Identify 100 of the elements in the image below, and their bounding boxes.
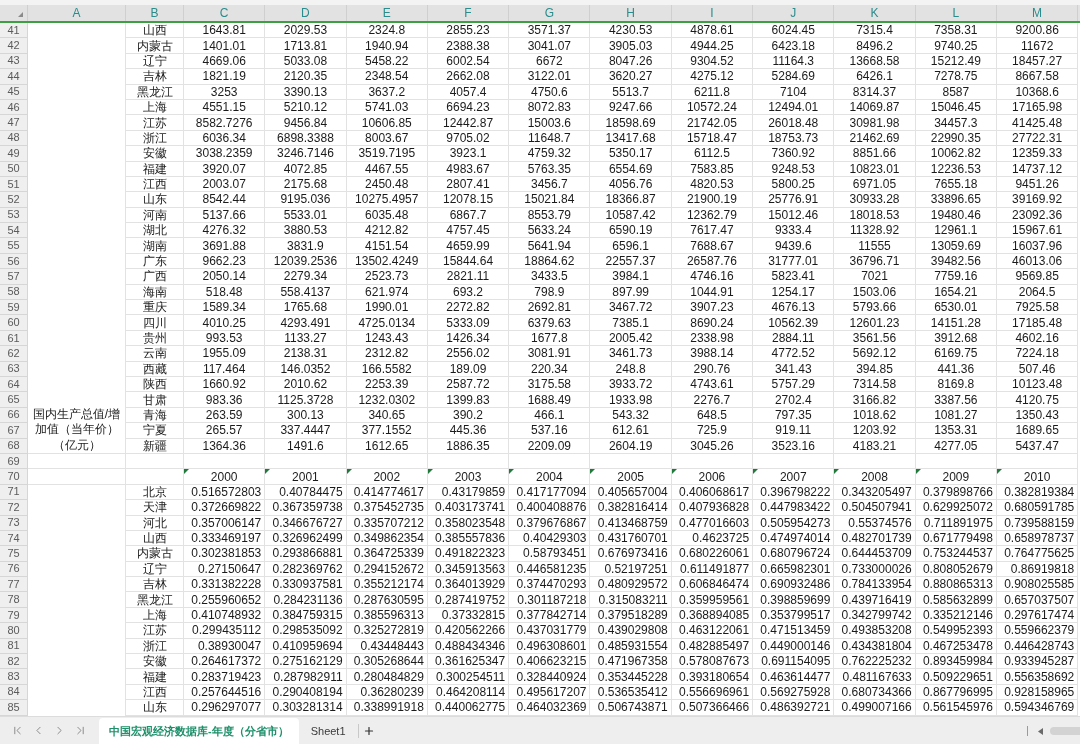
table-cell: 543.32	[590, 407, 672, 424]
table-cell: 189.09	[427, 361, 510, 377]
table-cell: 26018.48	[753, 115, 835, 131]
table-cell: 2279.34	[265, 269, 347, 285]
row-number[interactable]: 41	[0, 23, 28, 39]
add-sheet-icon[interactable]	[362, 725, 375, 737]
row-number[interactable]: 75	[0, 546, 28, 562]
row-number[interactable]: 42	[0, 38, 28, 54]
table-cell: 5633.24	[509, 223, 591, 239]
row-number[interactable]: 82	[0, 654, 28, 670]
row-number[interactable]: 59	[0, 300, 28, 316]
table-cell: 0.343205497	[834, 484, 916, 501]
table-cell: 34457.3	[915, 115, 997, 131]
table-cell: 0.280484829	[346, 669, 428, 685]
table-cell: 贵州	[126, 330, 184, 347]
table-cell: 1677.8	[509, 330, 591, 347]
table-cell: 8003.67	[346, 130, 428, 147]
table-cell: 0.559662379	[996, 623, 1079, 639]
table-cell: 9304.52	[671, 53, 754, 70]
table-cell: 0.368894085	[671, 607, 754, 624]
row-number[interactable]: 49	[0, 146, 28, 162]
row-number[interactable]: 55	[0, 238, 28, 254]
table-cell: 山西	[126, 530, 184, 547]
table-cell: 0.509229651	[915, 669, 997, 685]
table-cell: 0.335707212	[346, 515, 428, 531]
table-cell: 7315.4	[834, 23, 916, 39]
table-cell: 445.36	[427, 423, 510, 439]
table-cell: 0.353445228	[590, 669, 672, 685]
table-cell: 山西	[126, 23, 184, 39]
scroll-left-icon[interactable]	[1038, 727, 1043, 735]
table-cell: 6590.19	[590, 223, 672, 239]
row-number[interactable]: 80	[0, 623, 28, 639]
table-cell: 0.431760701	[590, 530, 672, 547]
table-cell: 0.405657004	[590, 484, 672, 501]
table-cell: 0.414774617	[346, 484, 428, 501]
table-cell: 1689.65	[996, 423, 1079, 439]
table-cell: 0.739588159	[996, 515, 1079, 531]
table-cell: 0.439029808	[590, 623, 672, 639]
table-cell: 4759.32	[509, 146, 591, 162]
row-number[interactable]: 62	[0, 346, 28, 362]
sheet-tab[interactable]: 中国宏观经济数据库-年度（分省市）	[99, 718, 299, 744]
row-number[interactable]: 52	[0, 192, 28, 208]
table-cell: 220.34	[509, 361, 591, 377]
table-cell: 2388.38	[427, 38, 510, 54]
table-cell: 2523.73	[346, 269, 428, 285]
table-cell: 0.300254511	[427, 669, 510, 685]
table-cell: 9200.86	[996, 23, 1079, 39]
row-number[interactable]: 83	[0, 669, 28, 685]
table-cell: 4676.13	[753, 300, 835, 316]
table-cell: 0.40429303	[509, 530, 591, 547]
row-number[interactable]: 78	[0, 592, 28, 608]
table-cell: 0.407936828	[671, 500, 754, 516]
table-cell: 1203.92	[834, 423, 916, 439]
table-cell: 11328.92	[834, 223, 916, 239]
table-cell: 2002	[373, 470, 401, 483]
table-cell: 0.578087673	[671, 654, 754, 670]
table-cell: 5533.01	[265, 207, 347, 224]
table-cell: 5641.94	[509, 238, 591, 254]
table-cell: 0.477016603	[671, 515, 754, 531]
table-cell: 0.629925072	[915, 500, 997, 516]
row-number[interactable]: 60	[0, 315, 28, 331]
row-number[interactable]: 70	[0, 469, 28, 485]
table-cell: 黑龙江	[126, 84, 184, 100]
table-cell: 2209.09	[509, 438, 591, 454]
table-cell: 云南	[126, 346, 184, 362]
row-number[interactable]: 65	[0, 392, 28, 408]
row-number[interactable]: 77	[0, 577, 28, 593]
table-cell: 0.536535412	[590, 684, 672, 701]
row-number[interactable]: 57	[0, 269, 28, 285]
table-cell: 3933.72	[590, 377, 672, 393]
table-cell: 3691.88	[184, 238, 266, 254]
table-cell: 0.393180654	[671, 669, 754, 685]
row-number[interactable]: 67	[0, 423, 28, 439]
table-cell: 19480.46	[915, 207, 997, 224]
select-all-icon[interactable]	[18, 12, 23, 17]
table-cell: 290.76	[671, 361, 754, 377]
row-number[interactable]: 85	[0, 700, 28, 716]
scrollbar-thumb[interactable]	[1050, 727, 1080, 735]
table-cell: 1933.98	[590, 392, 672, 408]
table-cell: 0.396798222	[753, 484, 835, 501]
table-cell: 甘肃	[126, 392, 184, 408]
table-cell: 3246.7146	[265, 146, 347, 162]
table-cell: 1886.35	[427, 438, 510, 454]
table-cell: 0.384759315	[265, 607, 347, 624]
table-cell: 0.486392721	[753, 700, 835, 716]
table-cell: 8582.7276	[184, 115, 266, 131]
table-cell: 4151.54	[346, 238, 428, 254]
table-cell: 41425.48	[996, 115, 1079, 131]
sheet-tab[interactable]: Sheet1	[298, 718, 358, 744]
table-cell: 重庆	[126, 300, 184, 316]
row-number[interactable]: 47	[0, 115, 28, 131]
table-cell: 安徽	[126, 146, 184, 162]
row-number[interactable]: 54	[0, 223, 28, 239]
table-cell: 0.556696961	[671, 684, 754, 701]
row-number[interactable]: 44	[0, 69, 28, 85]
table-cell: 0.342799742	[834, 607, 916, 624]
table-cell: 6596.1	[590, 238, 672, 254]
table-cell: 2001	[292, 470, 319, 483]
row-number[interactable]: 72	[0, 500, 28, 516]
table-cell: 5793.66	[834, 300, 916, 316]
